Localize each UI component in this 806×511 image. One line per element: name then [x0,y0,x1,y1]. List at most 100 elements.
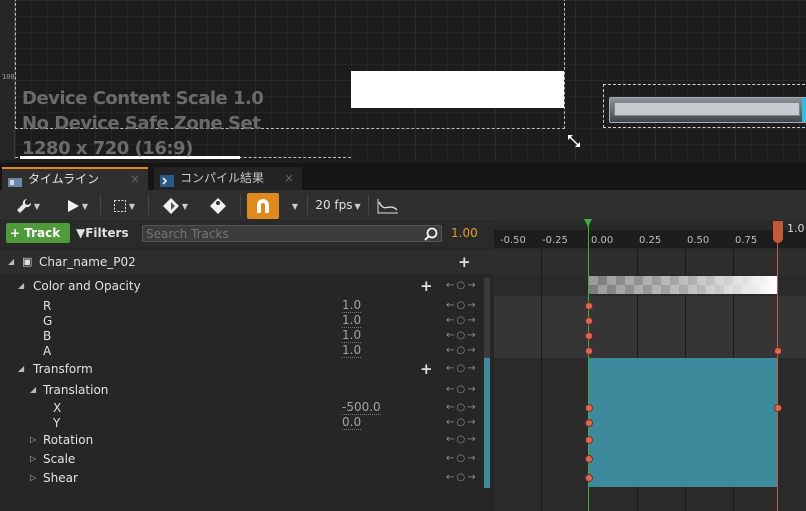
filter-funnel-icon: ▼ [76,226,86,240]
toolbar-divider [148,195,149,215]
ruler-tick: 0.00 [591,235,614,246]
key-nav-icons[interactable]: ←○→ [446,449,477,469]
play-icon [66,198,80,212]
keyframe[interactable] [585,317,593,325]
outliner-scrollbar-thumb[interactable] [484,358,490,488]
track-label: Char_name_P02 [39,255,136,269]
add-track-button[interactable]: + Track ▼ [6,223,70,259]
track-label: Translation [43,383,109,397]
add-icon[interactable]: + [458,250,471,274]
chevron-down-icon: ▼ [128,202,136,211]
key-tag-icon [209,197,227,214]
chevron-down-icon: ▼ [291,202,299,211]
curve-editor-icon [377,198,399,213]
filters-button[interactable]: ▼Filters ▼ [76,223,136,259]
channel-label: A [43,344,52,358]
add-key-icon[interactable]: + [420,359,433,379]
channel-value[interactable]: 1.0 [342,343,362,358]
current-time-value[interactable]: 1.00 [451,226,478,240]
track-label: Color and Opacity [33,279,141,293]
resolution-text: 1280 x 720 (16:9) [22,138,193,159]
track-row-char-name[interactable]: ◢ ▣ Char_name_P02 + [0,250,494,274]
keyframe[interactable] [585,474,593,482]
tab-timeline[interactable]: タイムライン × [2,167,148,190]
sequencer-toolbar: ▼ ▼ ▼ ▼ ▼ 20 fps ▼ [0,190,806,220]
expand-arrow-icon[interactable]: ▷ [30,468,36,488]
track-row-transform[interactable]: ◢ Transform + ←○→ [0,359,494,379]
wrench-icon [16,198,32,213]
tools-dropdown[interactable]: ▼ [8,193,48,217]
tab-compile-results[interactable]: コンパイル結果 × [154,167,302,190]
toolbar-divider [240,195,241,215]
close-icon[interactable]: × [284,167,294,190]
toolbar-divider [100,195,101,215]
track-label: Rotation [43,433,94,447]
track-row-rotation[interactable]: ▷ Rotation ←○→ [0,430,494,450]
keyframe[interactable] [585,302,593,310]
chevron-down-icon: ▼ [181,202,189,211]
name-plate-widget[interactable]: S [609,97,806,123]
channel-value[interactable]: 0.0 [342,415,362,430]
ruler-tick: -0.50 [500,235,526,246]
track-label: Shear [43,471,78,485]
keyframe[interactable] [585,419,593,427]
vertical-ruler: 100 [0,0,15,160]
snap-dropdown[interactable]: ▼ [286,193,302,217]
expand-arrow-icon[interactable]: ▷ [30,449,36,469]
key-nav-icons[interactable]: ←○→ [446,359,477,379]
color-gradient-preview [589,276,777,294]
widget-icon: ▣ [22,255,33,268]
playhead-handle[interactable] [773,221,783,243]
selection-dropdown[interactable]: ▼ [106,193,142,217]
tab-compile-results-label: コンパイル結果 [180,171,265,185]
collapse-arrow-icon[interactable]: ◢ [18,276,24,296]
tab-timeline-label: タイムライン [28,172,100,186]
track-row-scale[interactable]: ▷ Scale ←○→ [0,449,494,469]
resize-arrows-icon[interactable] [566,133,584,151]
start-marker[interactable] [584,219,592,227]
auto-key-button[interactable] [204,193,232,217]
curve-editor-button[interactable] [374,193,402,217]
fps-dropdown[interactable]: 20 fps ▼ [312,193,364,217]
track-row-a[interactable]: A 1.0 ←○→ [0,341,494,361]
transform-section-bar[interactable] [589,358,778,487]
keyframe[interactable] [774,404,782,412]
expand-arrow-icon[interactable]: ▷ [30,430,36,450]
white-image-widget[interactable] [351,71,564,108]
collapse-arrow-icon[interactable]: ◢ [18,359,24,379]
key-nav-icons[interactable]: ←○→ [446,468,477,488]
snap-toggle-button[interactable] [247,193,279,219]
keyframe[interactable] [585,332,593,340]
key-nav-icons[interactable]: ←○→ [446,380,477,400]
selection-box-icon [113,198,127,212]
ruler-tick: 0.75 [735,235,758,246]
key-nav-icons[interactable]: ←○→ [446,276,477,296]
chevron-down-icon: ▼ [81,202,89,211]
collapse-arrow-icon[interactable]: ◢ [30,380,36,400]
keyframe[interactable] [585,404,593,412]
chevron-down-icon: ▼ [33,202,41,211]
keyframe[interactable] [774,347,782,355]
toolbar-divider [368,195,369,215]
playhead-line[interactable] [777,232,778,511]
key-dropdown[interactable]: ▼ [156,193,194,217]
search-input[interactable] [146,226,416,241]
add-key-icon[interactable]: + [420,276,433,296]
device-info-text: Device Content Scale 1.0 No Device Safe … [22,86,264,161]
keyframe[interactable] [585,436,593,444]
ruler-label: 100 [2,73,15,81]
keyframe[interactable] [585,347,593,355]
search-icon[interactable] [424,226,438,241]
add-track-label: Track [24,226,61,240]
track-row-color-opacity[interactable]: ◢ Color and Opacity + ←○→ [0,276,494,296]
name-plate-inner [614,102,800,116]
collapse-arrow-icon[interactable]: ◢ [8,250,14,274]
track-row-shear[interactable]: ▷ Shear ←○→ [0,468,494,488]
track-row-translation[interactable]: ◢ Translation ←○→ [0,380,494,400]
start-marker-line[interactable] [588,222,589,511]
key-nav-icons[interactable]: ←○→ [446,341,477,361]
close-icon[interactable]: × [130,169,140,189]
playback-dropdown[interactable]: ▼ [60,193,94,217]
keyframe[interactable] [585,455,593,463]
key-nav-icons[interactable]: ←○→ [446,430,477,450]
